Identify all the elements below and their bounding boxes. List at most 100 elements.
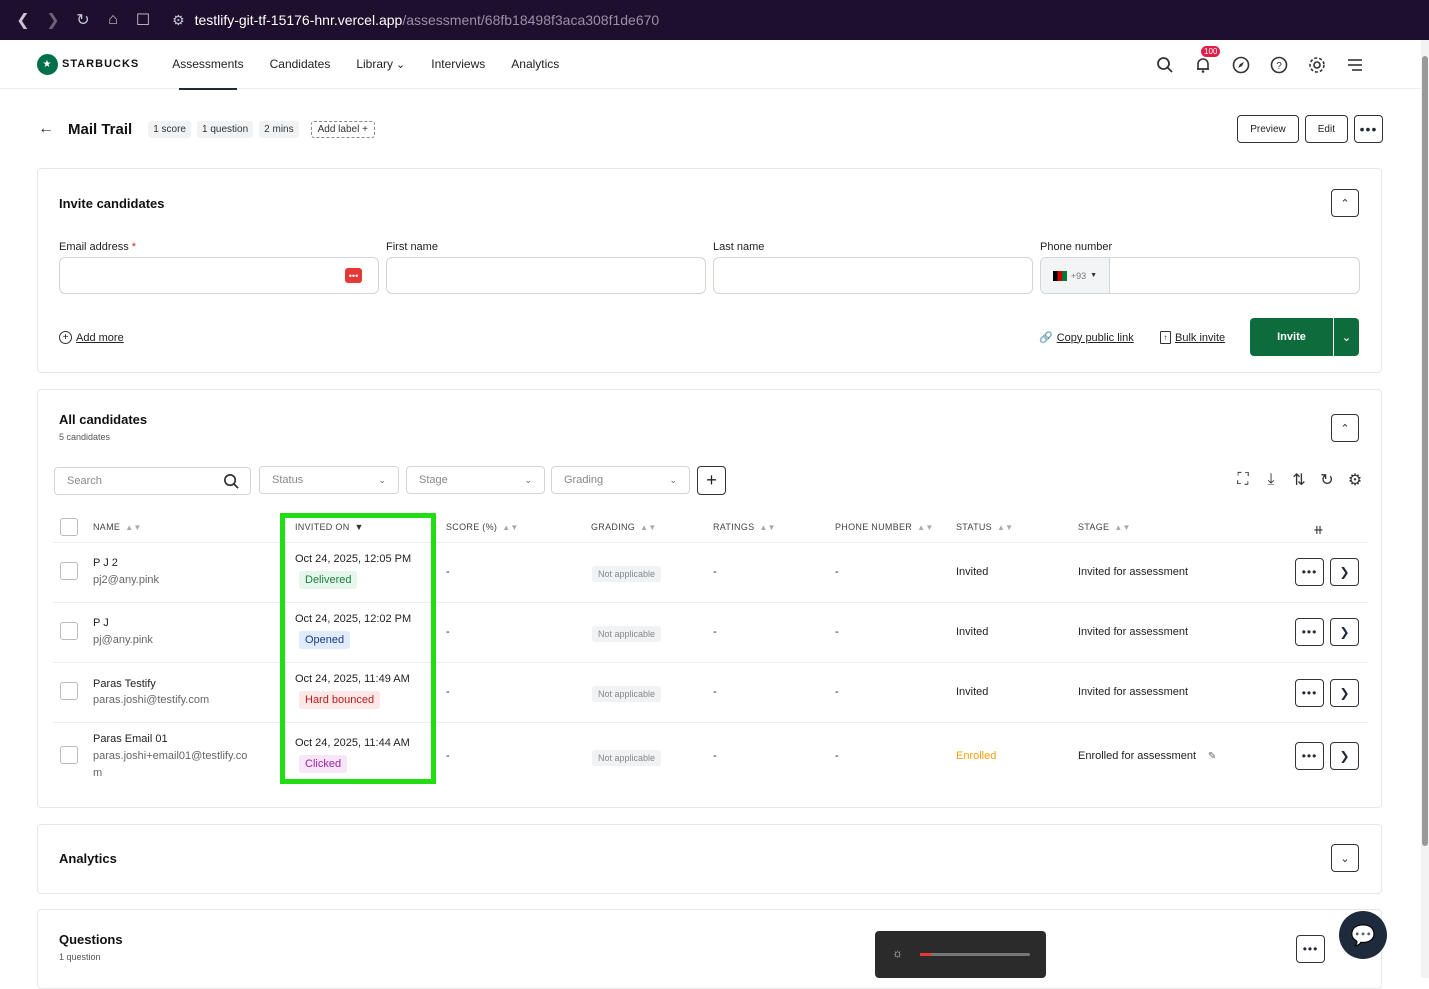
nav-assessments[interactable]: Assessments <box>159 40 256 90</box>
sort-icon: ▲▼ <box>125 522 142 532</box>
search-icon[interactable] <box>223 473 240 493</box>
page-scrollbar[interactable] <box>1421 40 1429 978</box>
reload-icon[interactable]: ↻ <box>68 5 98 35</box>
notification-badge: 100 <box>1201 45 1221 57</box>
nav-interviews[interactable]: Interviews <box>418 40 498 89</box>
first-name-field[interactable] <box>386 257 706 294</box>
row-checkbox[interactable] <box>60 562 78 580</box>
candidate-name[interactable]: Paras Email 01 <box>93 733 168 745</box>
add-label-button[interactable]: Add label + <box>310 120 375 138</box>
home-icon[interactable]: ⌂ <box>98 5 128 35</box>
candidate-email: pj2@any.pink <box>93 574 159 586</box>
help-icon[interactable]: ? <box>1268 54 1290 76</box>
email-field[interactable]: ••• <box>59 257 379 294</box>
download-icon[interactable]: ⤓ <box>1263 471 1279 488</box>
candidate-name[interactable]: P J <box>93 617 109 629</box>
grading-badge: Not applicable <box>592 566 662 582</box>
edit-button[interactable]: Edit <box>1304 115 1348 143</box>
brightness-icon[interactable]: ☼ <box>892 946 903 960</box>
row-checkbox[interactable] <box>60 682 78 700</box>
add-filter-button[interactable]: + <box>697 466 726 495</box>
gear-icon[interactable] <box>1306 54 1328 76</box>
col-stage[interactable]: STAGE ▲▼ <box>1078 522 1131 532</box>
invite-button[interactable]: Invite ⌄ <box>1250 318 1359 356</box>
media-progress[interactable] <box>920 953 1030 956</box>
add-more-link[interactable]: + Add more <box>59 331 124 344</box>
row-more-button[interactable]: ••• <box>1295 618 1324 646</box>
edit-pencil-icon[interactable]: ✎ <box>1208 751 1216 762</box>
last-name-field[interactable] <box>713 257 1033 294</box>
search-icon[interactable] <box>1154 54 1176 76</box>
questions-more-button[interactable]: ••• <box>1296 935 1325 963</box>
compass-icon[interactable] <box>1230 54 1252 76</box>
bulk-invite-link[interactable]: ↑ Bulk invite <box>1160 331 1225 344</box>
address-bar[interactable]: ⚙ testlify-git-tf-15176-hnr.vercel.app/a… <box>172 12 659 29</box>
app-navbar: ★ STARBUCKS Assessments Candidates Libra… <box>0 40 1421 90</box>
menu-icon[interactable] <box>1344 54 1366 76</box>
row-more-button[interactable]: ••• <box>1295 558 1324 586</box>
candidate-name[interactable]: P J 2 <box>93 557 118 569</box>
expand-analytics-button[interactable]: ⌄ <box>1331 844 1359 872</box>
row-open-chevron-icon[interactable]: ❯ <box>1330 558 1359 586</box>
col-score[interactable]: SCORE (%) ▲▼ <box>446 522 519 532</box>
collapse-candidates-button[interactable]: ⌃ <box>1331 414 1359 442</box>
mail-status-badge: Opened <box>299 631 351 649</box>
status-filter[interactable]: Status ⌄ <box>259 466 399 494</box>
stage: Invited for assessment <box>1078 566 1189 578</box>
sort-icon: ▲▼ <box>759 522 776 532</box>
row-checkbox[interactable] <box>60 622 78 640</box>
settings-icon[interactable]: ⚙ <box>1347 472 1363 489</box>
col-invited-on[interactable]: INVITED ON ▼ <box>295 522 364 532</box>
brand-logo[interactable]: ★ STARBUCKS <box>37 53 139 75</box>
nav-analytics[interactable]: Analytics <box>498 40 572 89</box>
select-all-checkbox[interactable] <box>60 518 78 536</box>
invite-dropdown-chevron-icon[interactable]: ⌄ <box>1333 318 1359 356</box>
site-info-icon[interactable]: ⚙ <box>172 12 185 29</box>
col-ratings[interactable]: RATINGS ▲▼ <box>713 522 776 532</box>
col-phone[interactable]: PHONE NUMBER ▲▼ <box>835 522 934 532</box>
score: - <box>446 750 450 762</box>
grading-filter[interactable]: Grading ⌄ <box>551 466 690 494</box>
forward-icon[interactable]: ❯ <box>38 5 68 35</box>
nav-candidates[interactable]: Candidates <box>257 40 344 89</box>
candidate-name[interactable]: Paras Testify <box>93 678 156 690</box>
status: Invited <box>956 686 989 698</box>
collapse-invite-button[interactable]: ⌃ <box>1331 189 1359 217</box>
expand-icon[interactable]: ⛶ <box>1235 471 1251 488</box>
chat-support-button[interactable]: 💬 <box>1339 911 1387 959</box>
invite-title: Invite candidates <box>59 196 165 211</box>
more-options-button[interactable]: ••• <box>1354 115 1383 143</box>
assessment-header: ← Mail Trail 1 score 1 question 2 mins A… <box>38 115 1383 143</box>
col-name[interactable]: NAME ▲▼ <box>93 522 142 532</box>
stage-filter[interactable]: Stage ⌄ <box>406 466 545 494</box>
nav-library[interactable]: Library ⌄ <box>343 40 418 89</box>
browser-toolbar: ❮ ❯ ↻ ⌂ ☐ ⚙ testlify-git-tf-15176-hnr.ve… <box>0 0 1429 40</box>
row-more-button[interactable]: ••• <box>1295 742 1324 770</box>
scroll-thumb[interactable] <box>1422 56 1428 846</box>
status: Enrolled <box>956 750 997 762</box>
last-name-label: Last name <box>713 241 765 253</box>
bell-icon[interactable]: 100 <box>1192 45 1221 76</box>
password-manager-icon[interactable]: ••• <box>345 268 362 283</box>
phone-field[interactable]: +93 ▼ <box>1040 257 1360 294</box>
back-arrow-icon[interactable]: ← <box>38 120 54 138</box>
row-checkbox[interactable] <box>60 746 78 764</box>
ratings: - <box>713 686 717 698</box>
preview-button[interactable]: Preview <box>1237 115 1299 143</box>
back-icon[interactable]: ❮ <box>8 5 38 35</box>
country-code-select[interactable]: +93 ▼ <box>1041 258 1110 293</box>
col-grading[interactable]: GRADING ▲▼ <box>591 522 657 532</box>
unpin-columns-icon[interactable]: ⧺ <box>1313 522 1324 538</box>
copy-public-link[interactable]: 🔗 Copy public link <box>1039 331 1134 345</box>
row-open-chevron-icon[interactable]: ❯ <box>1330 679 1359 707</box>
media-control-bar[interactable]: ☼ <box>875 931 1046 978</box>
row-open-chevron-icon[interactable]: ❯ <box>1330 742 1359 770</box>
bookmark-icon[interactable]: ☐ <box>128 5 158 35</box>
grading-badge: Not applicable <box>592 626 662 642</box>
candidate-search-input[interactable]: Search <box>54 467 251 495</box>
row-more-button[interactable]: ••• <box>1295 679 1324 707</box>
sort-icon[interactable]: ⇅ <box>1291 472 1307 489</box>
row-open-chevron-icon[interactable]: ❯ <box>1330 618 1359 646</box>
col-status[interactable]: STATUS ▲▼ <box>956 522 1013 532</box>
refresh-icon[interactable]: ↻ <box>1319 472 1335 489</box>
